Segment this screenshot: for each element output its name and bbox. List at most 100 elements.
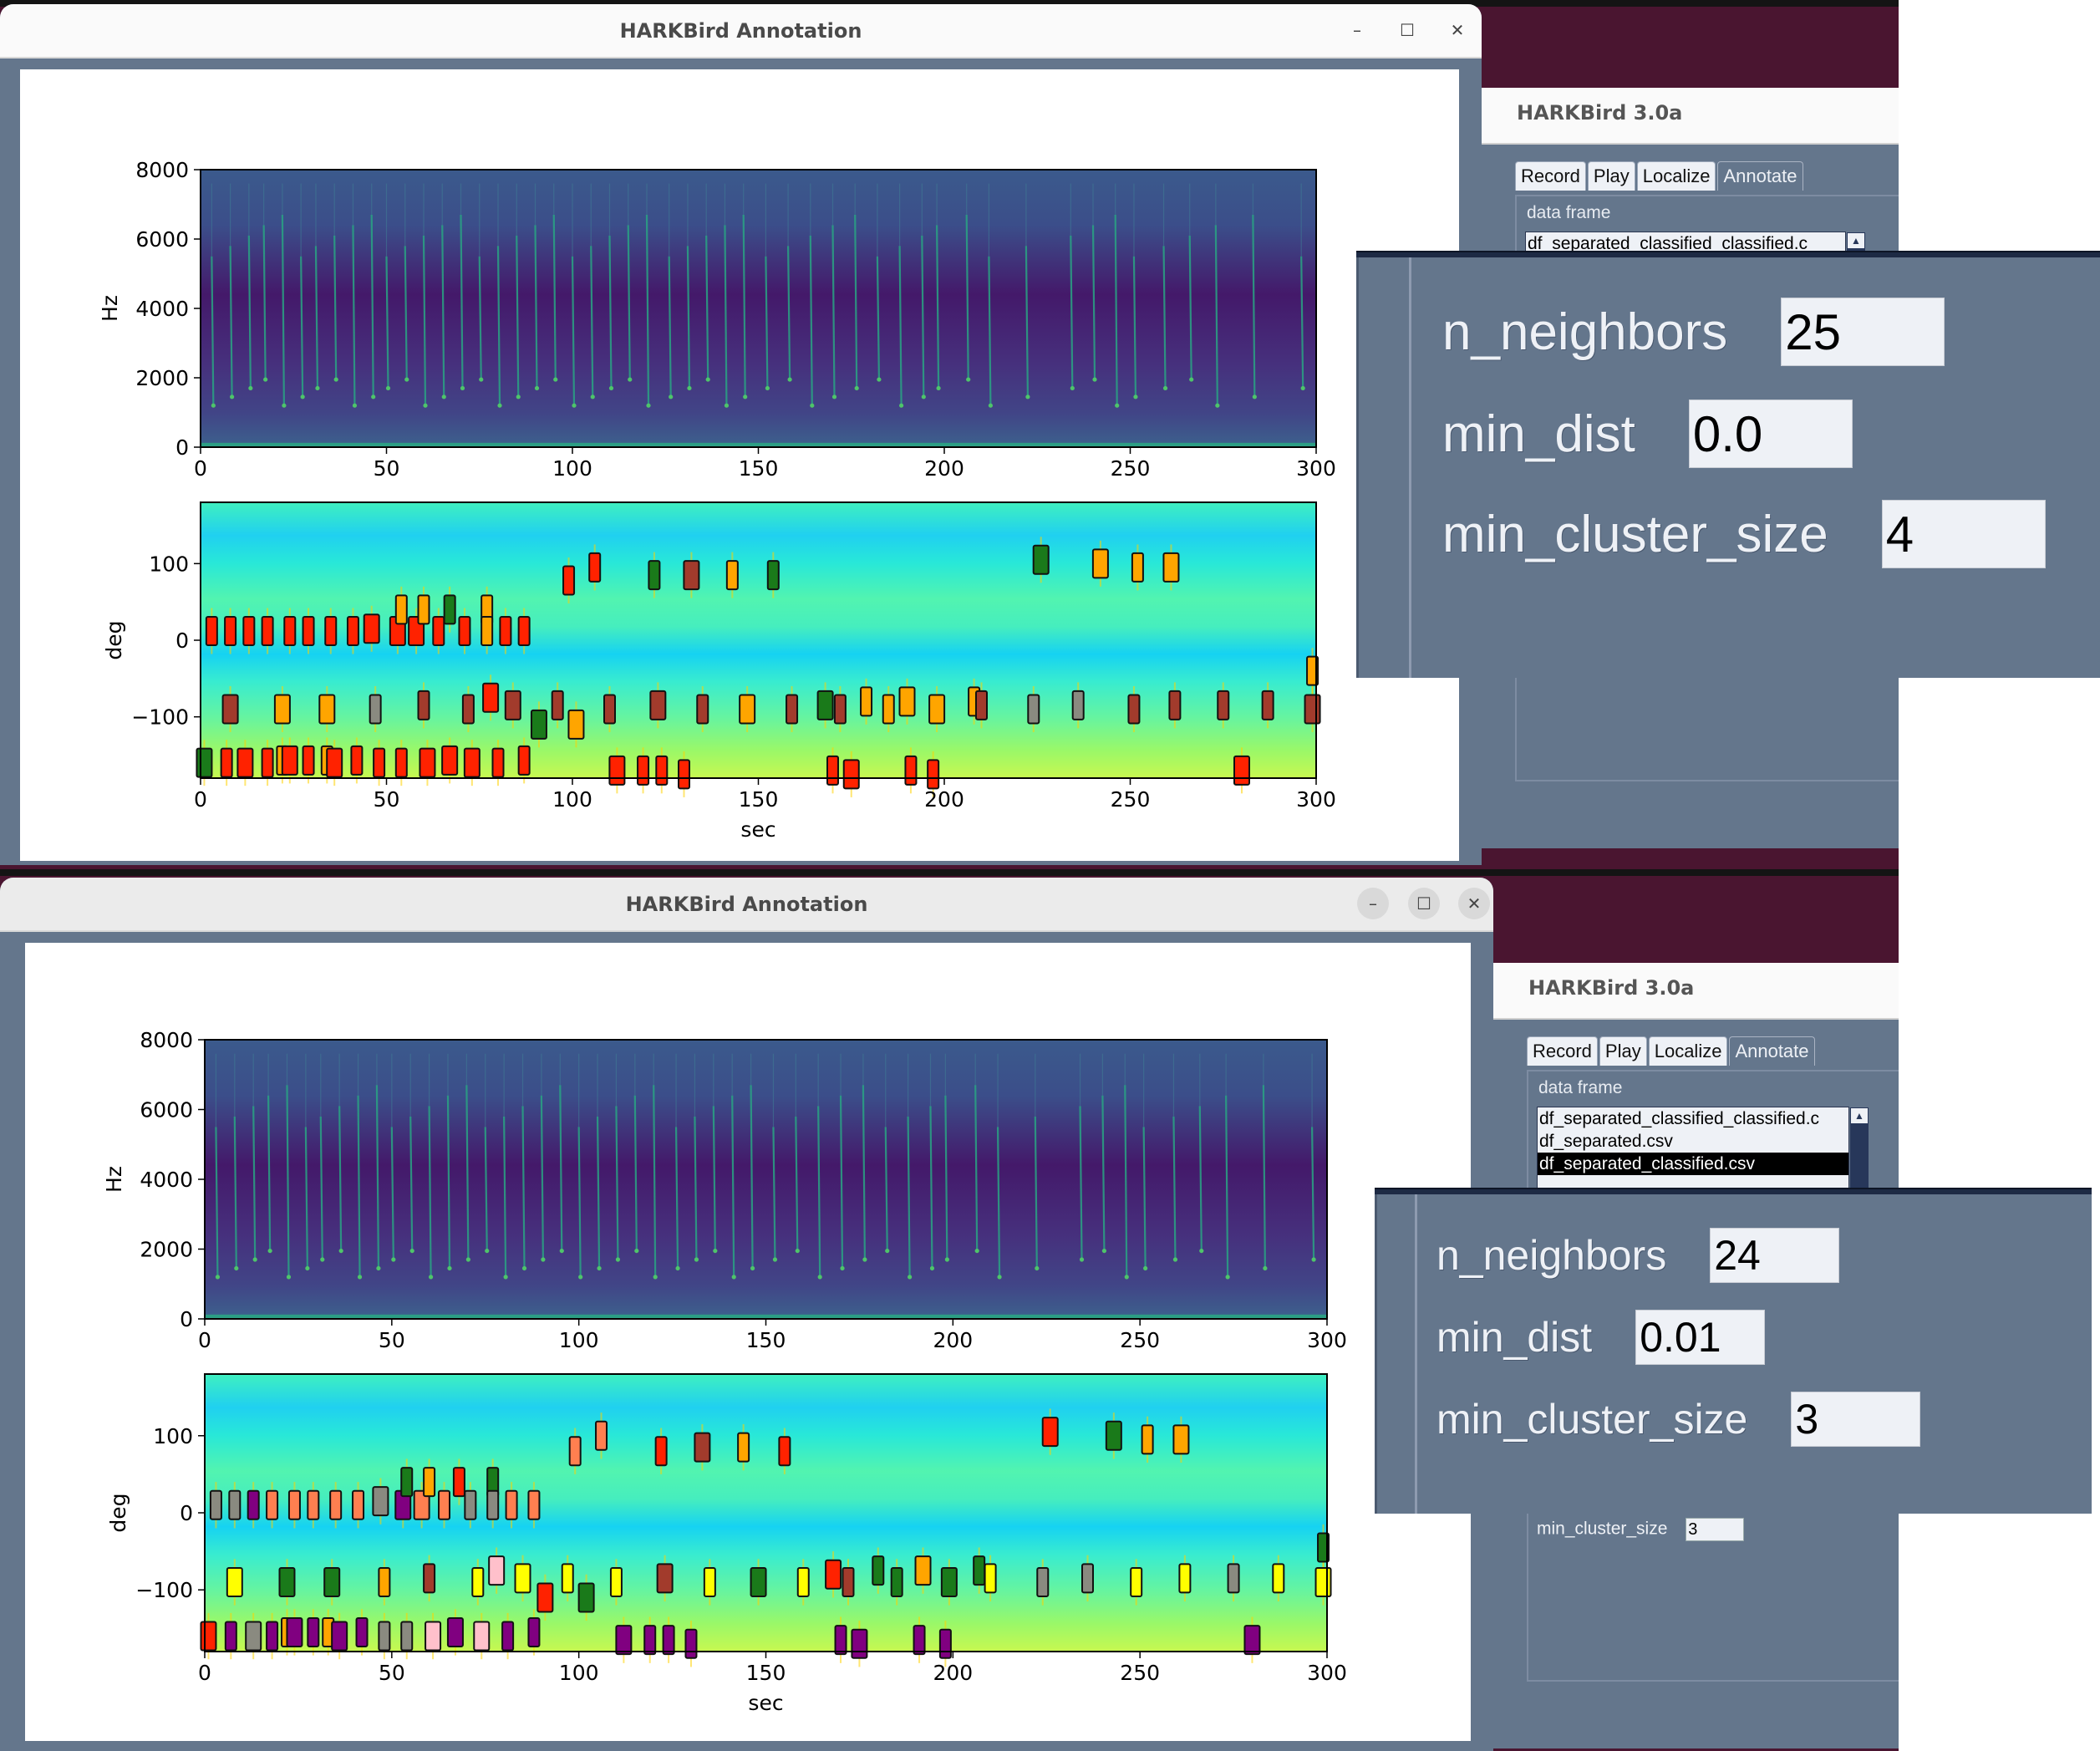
annotation-marker (750, 1567, 767, 1597)
call-dot (357, 1275, 363, 1280)
call-dot (634, 1248, 639, 1254)
y-axis-label: Hz (98, 295, 122, 322)
tab-localize[interactable]: Localize (1636, 161, 1716, 191)
param-min-dist: min_dist (1442, 400, 1853, 468)
param-label: min_dist (1436, 1314, 1593, 1361)
figure-canvas[interactable]: 0 50 100 150 200 250 30002000400060008000Hz0 50… (20, 69, 1459, 861)
call-dot (230, 394, 235, 400)
param-label: min_dist (1442, 405, 1635, 463)
maximize-icon[interactable]: ☐ (1391, 14, 1423, 46)
call-dot (541, 1257, 546, 1262)
tab-annotate[interactable]: Annotate (1729, 1036, 1815, 1066)
annotation-marker (236, 747, 254, 778)
annotation-marker (369, 694, 382, 725)
close-icon[interactable]: ✕ (1458, 888, 1490, 919)
call-dot (234, 1265, 239, 1271)
minimize-icon[interactable]: – (1341, 14, 1373, 46)
call-dot (936, 385, 941, 391)
y-axis-label: deg (106, 1493, 130, 1532)
annotation-marker (331, 1621, 348, 1652)
call-dot (921, 394, 926, 400)
x-tick-label: 150 (739, 456, 779, 481)
call-dot (409, 1248, 414, 1254)
annotation-marker (1217, 690, 1230, 720)
call-dot (371, 394, 376, 400)
tab-record[interactable]: Record (1515, 161, 1586, 191)
annotation-marker (417, 594, 430, 625)
data-frame-item[interactable]: df_separated_classified_classified.c (1538, 1107, 1848, 1130)
annotation-marker (655, 755, 669, 786)
window-titlebar[interactable]: HARKBird Annotation – ☐ ✕ (0, 4, 1482, 59)
annotation-marker (441, 745, 459, 776)
param-n-neighbors: n_neighbors (1436, 1228, 1840, 1283)
annotation-marker (461, 694, 475, 725)
annotation-marker (400, 1467, 414, 1498)
n-neighbors-input[interactable] (1781, 298, 1945, 366)
close-icon[interactable]: ✕ (1442, 14, 1473, 46)
data-frame-item[interactable]: df_separated.csv (1538, 1130, 1848, 1153)
x-tick-label: 200 (924, 456, 964, 481)
call-dot (997, 1275, 1002, 1280)
annotation-marker (696, 694, 709, 725)
min-cluster-size-input[interactable] (1881, 500, 2046, 568)
y-tick-label: 8000 (140, 1028, 193, 1052)
annotation-marker (400, 1621, 414, 1652)
maximize-icon[interactable]: ☐ (1408, 888, 1440, 919)
x-tick-label: 100 (559, 1661, 599, 1685)
annotation-marker (568, 1436, 582, 1467)
annotation-marker (914, 1555, 932, 1586)
y-tick-label: 0 (180, 1501, 193, 1525)
call-dot (1199, 1248, 1204, 1254)
annotation-marker (940, 1567, 958, 1597)
y-tick-label: 6000 (140, 1098, 193, 1122)
window-title: HARKBird Annotation (625, 893, 868, 916)
n-neighbors-input[interactable] (1710, 1228, 1840, 1283)
call-dot (211, 403, 216, 408)
x-tick-label: 200 (933, 1328, 973, 1352)
annotation-marker (491, 747, 505, 778)
min-cluster-size-input[interactable] (1791, 1392, 1921, 1447)
min-cluster-size-small-input[interactable] (1686, 1518, 1745, 1541)
min-dist-input[interactable] (1635, 1310, 1766, 1365)
param-min-cluster-size: min_cluster_size (1442, 500, 2046, 568)
call-dot (944, 1257, 949, 1262)
tab-play[interactable]: Play (1599, 1036, 1647, 1066)
annotation-marker (1178, 1563, 1192, 1594)
call-dot (1252, 394, 1257, 400)
annotation-marker (486, 1489, 500, 1520)
annotation-marker (834, 1625, 847, 1656)
tab-record[interactable]: Record (1527, 1036, 1598, 1066)
param-min-dist: min_dist (1436, 1310, 1766, 1365)
window-title: HARKBird Annotation (619, 19, 862, 43)
annotation-marker (1162, 552, 1180, 583)
minimize-icon[interactable]: – (1357, 888, 1389, 919)
annotation-marker (488, 1555, 506, 1586)
annotation-marker (438, 1489, 451, 1520)
y-tick-label: 2000 (135, 366, 189, 390)
call-dot (1101, 1248, 1106, 1254)
y-axis-label: Hz (102, 1166, 126, 1193)
window-titlebar[interactable]: HARKBird Annotation – ☐ ✕ (0, 878, 1493, 932)
annotation-marker (323, 1567, 341, 1597)
annotation-marker (1081, 1563, 1094, 1594)
scroll-up-arrow-icon[interactable]: ▲ (1850, 1107, 1869, 1124)
tab-annotate[interactable]: Annotate (1717, 161, 1803, 191)
scroll-up-arrow-icon[interactable]: ▲ (1847, 232, 1865, 249)
min-dist-input[interactable] (1688, 400, 1853, 468)
annotation-marker (1091, 548, 1109, 579)
annotation-marker (394, 747, 408, 778)
annotation-marker (394, 594, 408, 625)
call-dot (404, 377, 409, 382)
annotation-marker (643, 1625, 657, 1656)
x-axis-label: sec (748, 1691, 783, 1715)
tab-play[interactable]: Play (1587, 161, 1635, 191)
tab-localize[interactable]: Localize (1648, 1036, 1728, 1066)
call-dot (840, 1265, 845, 1271)
spectrogram-image (201, 170, 1316, 447)
data-frame-item-selected[interactable]: df_separated_classified.csv (1538, 1153, 1848, 1175)
figure-canvas[interactable]: 0 50 100 150 200 250 30002000400060008000Hz0 50… (25, 943, 1471, 1741)
call-dot (1215, 403, 1220, 408)
annotation-marker (1227, 1563, 1240, 1594)
data-frame-item[interactable]: df_separated_classified_classified.c (1526, 232, 1845, 255)
annotation-marker (245, 1621, 262, 1652)
